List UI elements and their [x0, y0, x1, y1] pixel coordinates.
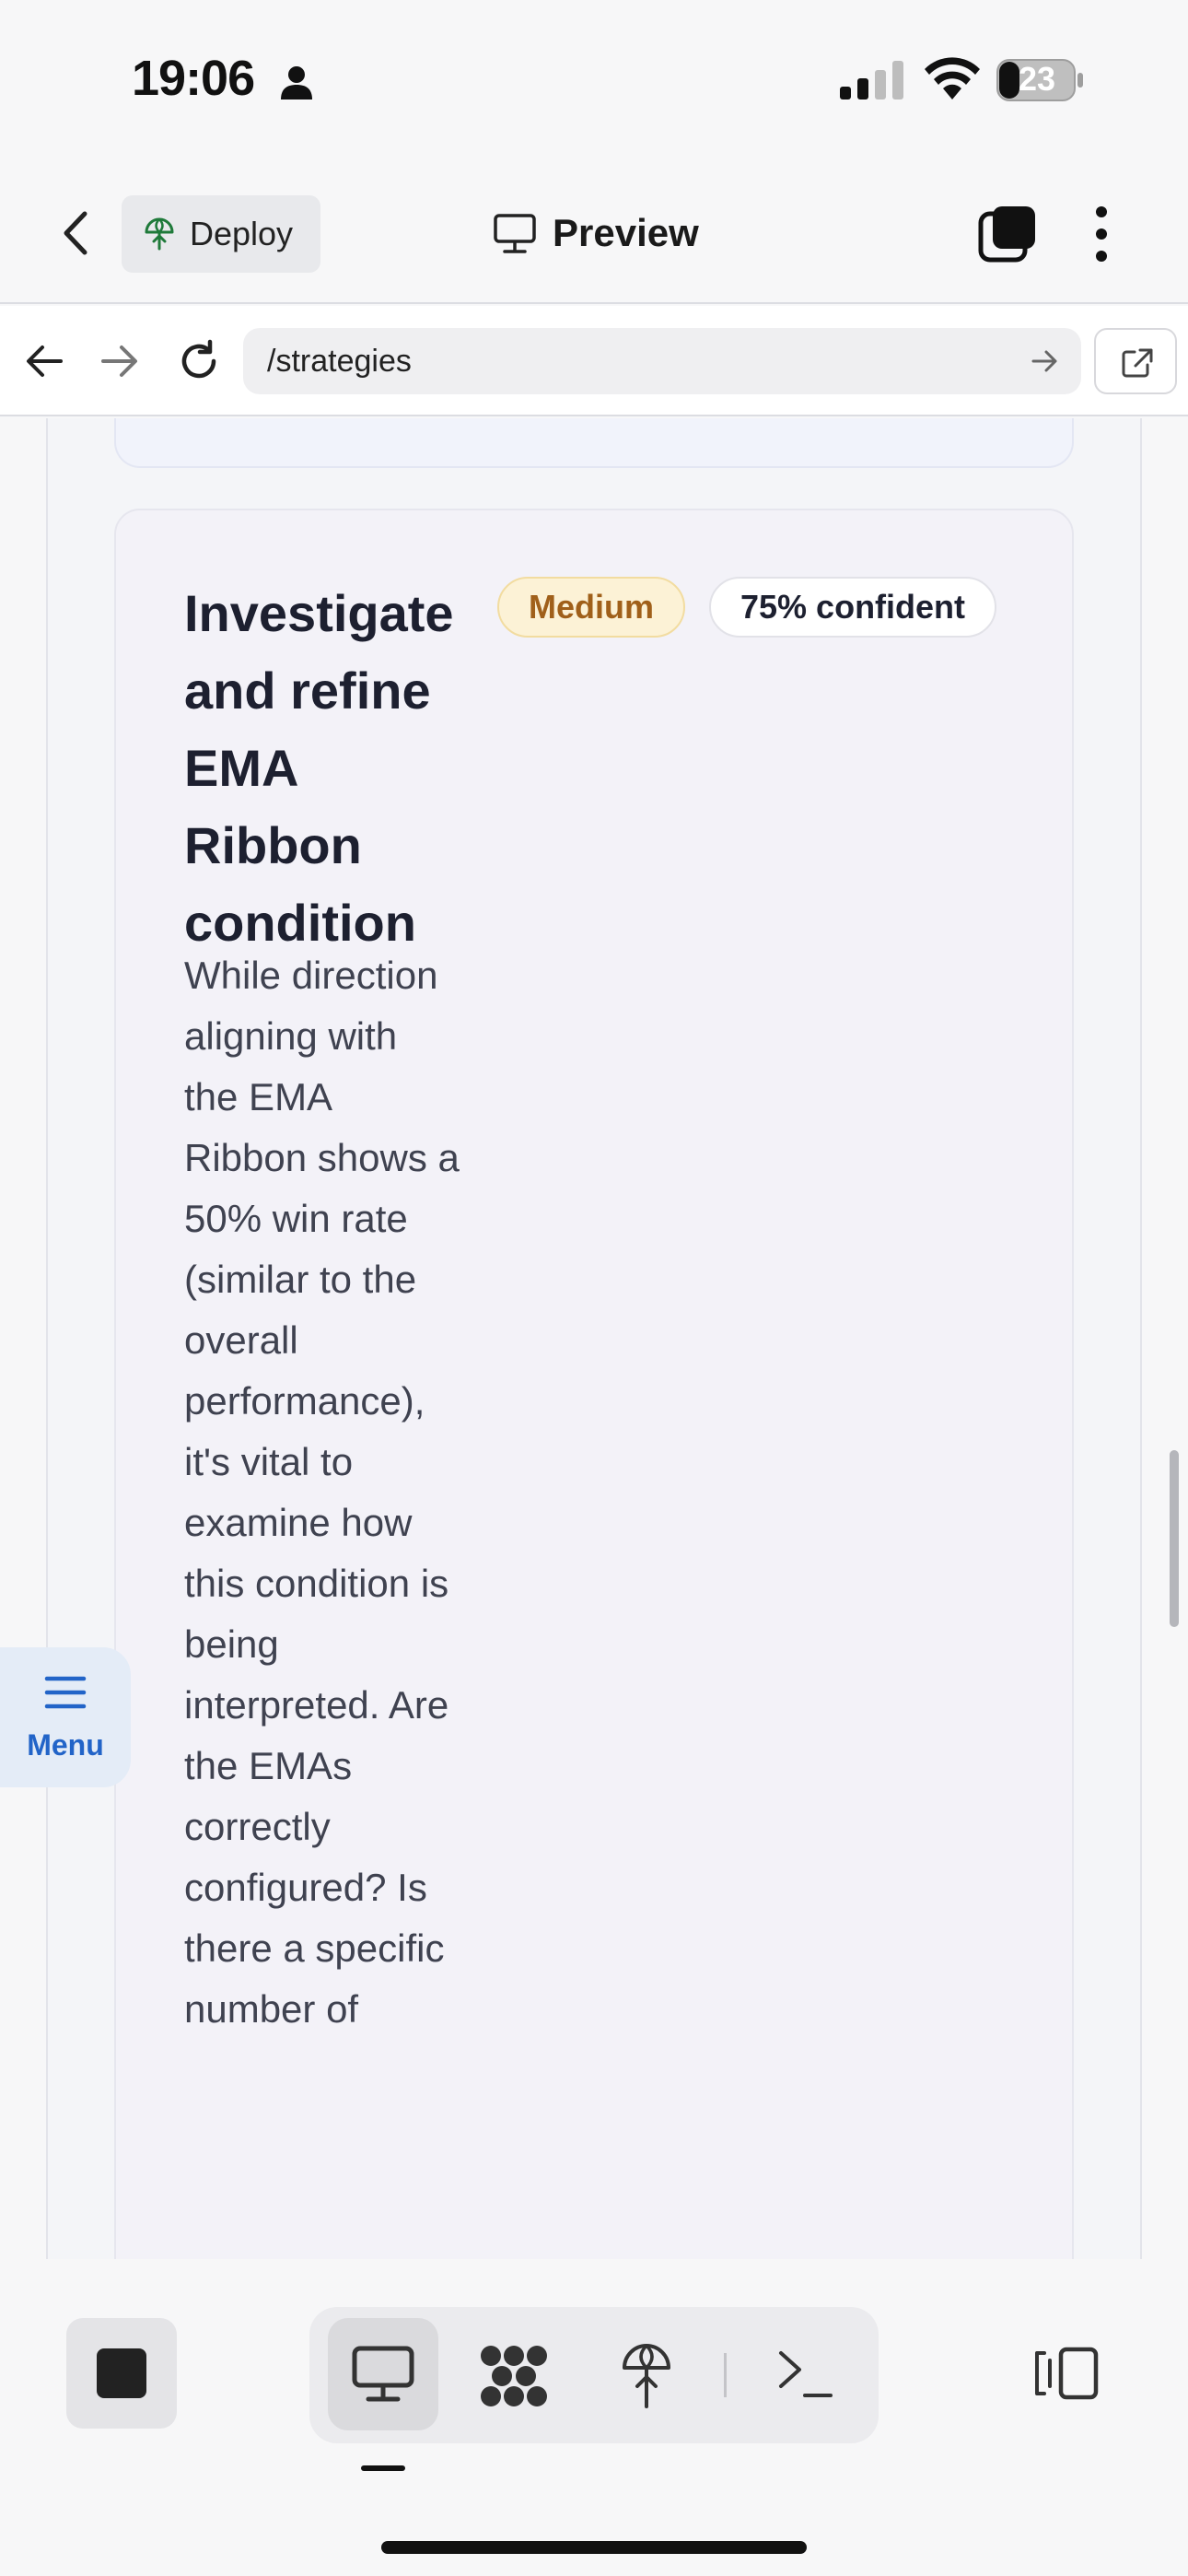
previous-recommendation-card: [114, 418, 1074, 468]
url-text: /strategies: [267, 344, 412, 379]
stop-button[interactable]: [66, 2318, 177, 2429]
person-icon: [281, 66, 312, 100]
signal-icon: [840, 61, 903, 100]
deploy-button[interactable]: Deploy: [122, 195, 320, 273]
monitor-icon: [494, 214, 536, 253]
preview-tab[interactable]: Preview: [494, 205, 733, 263]
deploy-icon: [145, 217, 174, 251]
preview-label: Preview: [553, 211, 699, 254]
more-options-icon[interactable]: [1090, 205, 1112, 263]
deploy-icon[interactable]: [621, 2340, 672, 2410]
menu-label: Menu: [27, 1728, 104, 1762]
terminal-icon[interactable]: [777, 2349, 834, 2401]
open-external-button[interactable]: [1094, 328, 1177, 394]
home-indicator[interactable]: [381, 2541, 807, 2554]
reload-icon[interactable]: [177, 339, 221, 383]
strategy-panel: Investigate and refine EMA Ribbon condit…: [46, 418, 1142, 2259]
recommendation-description: While direction aligning with the EMA Ri…: [184, 954, 460, 2031]
external-link-icon: [1122, 348, 1153, 378]
active-view-indicator: [361, 2465, 405, 2471]
tabs-icon[interactable]: [978, 205, 1039, 263]
confidence-badge: 75% confident: [709, 577, 997, 638]
deploy-label: Deploy: [190, 215, 294, 252]
workflow-icon[interactable]: [479, 2344, 549, 2408]
arrow-right-icon[interactable]: [1031, 348, 1059, 374]
battery-level: 23: [1018, 60, 1056, 98]
stop-icon: [97, 2348, 146, 2398]
status-bar: 19:06 23: [0, 0, 1188, 157]
menu-button[interactable]: Menu: [0, 1647, 131, 1787]
recommendation-title: Investigate and refine EMA Ribbon condit…: [184, 584, 454, 952]
recommendation-card: Investigate and refine EMA Ribbon condit…: [114, 509, 1074, 2259]
scrollbar-thumb[interactable]: [1170, 1450, 1179, 1627]
priority-badge: Medium: [497, 577, 686, 638]
back-chevron-icon[interactable]: [57, 210, 94, 256]
nav-forward-icon[interactable]: [99, 343, 140, 380]
wifi-icon: [925, 57, 980, 100]
panel-layout-icon[interactable]: [1031, 2346, 1100, 2401]
status-time: 19:06: [132, 51, 255, 106]
view-switcher: [309, 2307, 879, 2443]
preview-view-button[interactable]: [328, 2318, 438, 2430]
monitor-icon: [352, 2346, 414, 2402]
hamburger-menu-icon: [44, 1676, 87, 1709]
page-content: Investigate and refine EMA Ribbon condit…: [0, 418, 1188, 2259]
divider: [724, 2353, 727, 2397]
nav-back-icon[interactable]: [24, 343, 64, 380]
url-input[interactable]: /strategies: [243, 328, 1081, 394]
